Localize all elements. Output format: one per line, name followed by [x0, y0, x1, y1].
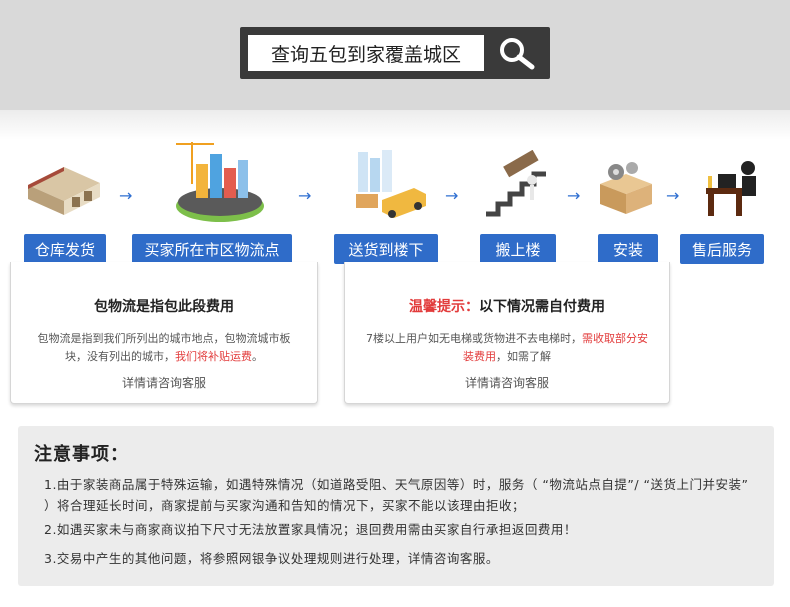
arrow-right-icon: → — [119, 186, 133, 205]
card-body: 7楼以上用户如无电梯或货物进不去电梯时，需收取部分安装费用，如需了解 — [366, 332, 648, 363]
arrow-right-icon: → — [567, 186, 581, 205]
card-footer-link[interactable]: 详情请咨询客服 — [345, 374, 669, 391]
step-install-button[interactable]: 安装 — [598, 234, 658, 264]
warning-label: 温馨提示： — [409, 299, 479, 315]
warehouse-icon — [28, 167, 100, 215]
city-icon — [176, 142, 264, 222]
notes-panel: 注意事项： 1.由于家装商品属于特殊运输，如遇特殊情况（如道路受阻、天气原因等）… — [18, 426, 774, 586]
gears-box-icon — [600, 162, 652, 214]
arrow-right-icon: → — [298, 186, 312, 205]
note-item: 1.由于家装商品属于特殊运输，如遇特殊情况（如道路受阻、天气原因等）时，服务（ … — [44, 477, 749, 513]
notes-title: 注意事项： — [34, 444, 129, 465]
step-after-sales-button[interactable]: 售后服务 — [680, 234, 764, 264]
subsidy-highlight: 我们将补贴运费 — [175, 350, 252, 363]
magnifier-icon[interactable] — [492, 33, 544, 73]
card-title: 包物流是指包此段费用 — [94, 299, 234, 315]
search-bar[interactable]: 查询五包到家覆盖城区 — [240, 27, 550, 79]
extra-fee-card: 温馨提示：以下情况需自付费用 7楼以上用户如无电梯或货物进不去电梯时，需收取部分… — [344, 262, 670, 404]
card-footer-link[interactable]: 详情请咨询客服 — [11, 374, 317, 391]
carry-stairs-icon — [486, 150, 546, 217]
step-carry-upstairs-button[interactable]: 搬上楼 — [480, 234, 556, 264]
step-delivery-button[interactable]: 送货到楼下 — [334, 234, 438, 264]
card-title: 温馨提示：以下情况需自付费用 — [409, 299, 605, 315]
note-item: 3.交易中产生的其他问题，将参照网银争议处理规则进行处理，详情咨询客服。 — [44, 551, 499, 566]
logistics-info-card: 包物流是指包此段费用 包物流是指到我们所列出的城市地点，包物流城市板块，没有列出… — [10, 262, 318, 404]
search-label: 查询五包到家覆盖城区 — [248, 35, 484, 71]
arrow-right-icon: → — [666, 186, 680, 205]
card-body: 包物流是指到我们所列出的城市地点，包物流城市板块，没有列出的城市，我们将补贴运费… — [37, 332, 291, 363]
delivery-truck-icon — [356, 150, 426, 218]
arrow-right-icon: → — [445, 186, 459, 205]
step-city-logistics-button[interactable]: 买家所在市区物流点 — [132, 234, 292, 264]
customer-service-icon — [706, 161, 756, 216]
step-warehouse-button[interactable]: 仓库发货 — [24, 234, 106, 264]
divider-gradient — [0, 110, 790, 140]
note-item: 2.如遇买家未与商家商议拍下尺寸无法放置家具情况；退回费用需由买家自行承担返回费… — [44, 522, 577, 537]
